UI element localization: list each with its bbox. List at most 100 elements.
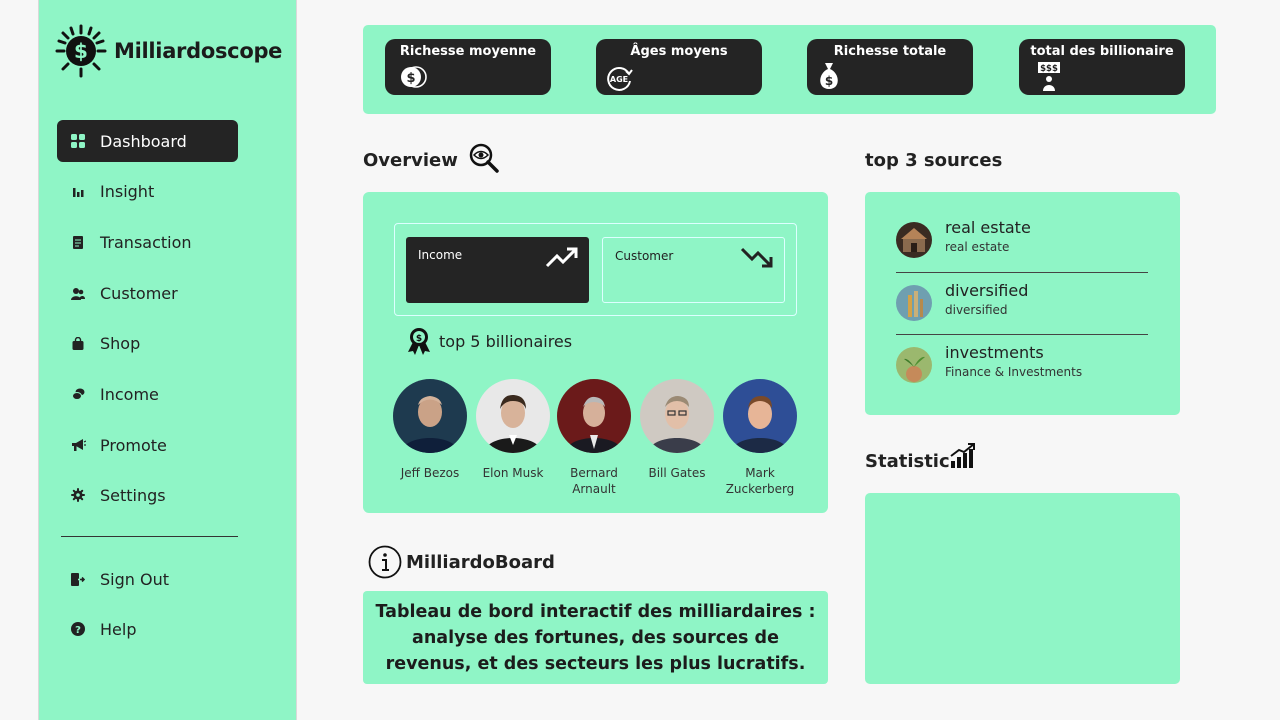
info-icon [368,545,402,579]
divider [896,334,1148,335]
source-title: diversified [945,281,1029,300]
sidebar-item-label: Dashboard [100,131,187,151]
list-item[interactable]: diversified diversified [896,277,1148,331]
description-text: Tableau de bord interactif des milliarda… [375,601,816,674]
svg-text:$: $ [825,74,833,88]
stat-card-average-wealth[interactable]: Richesse moyenne $ [385,39,551,95]
sidebar-item-transaction[interactable]: Transaction [57,221,238,263]
income-label: Income [418,248,463,262]
sidebar-item-label: Insight [100,181,155,201]
help-icon: ? [70,621,86,637]
statistic-panel [865,493,1180,684]
customer-label: Customer [615,249,674,263]
users-icon [70,285,86,301]
gear-icon [70,487,86,503]
coin-stack-icon: $ [401,66,427,88]
sidebar-item-label: Settings [100,485,166,505]
sidebar-item-label: Transaction [100,232,192,252]
income-card[interactable]: Income [406,237,589,303]
svg-text:?: ? [75,625,81,636]
sidebar-item-sign-out[interactable]: Sign Out [57,558,238,600]
billionaire-icon: $$$ [1038,62,1060,91]
sources-title: top 3 sources [865,150,1003,171]
sidebar-item-shop[interactable]: Shop [57,322,238,364]
source-subtitle: Finance & Investments [945,365,1083,379]
svg-text:$$$: $$$ [1040,64,1058,74]
stat-title: Richesse moyenne [399,44,537,59]
sidebar-item-customer[interactable]: Customer [57,272,238,314]
overview-title: Overview [363,150,458,171]
investments-avatar [896,347,932,383]
person-card[interactable]: Mark Zuckerberg [715,379,805,497]
coins-icon [70,386,86,402]
customer-card[interactable]: Customer [602,237,785,303]
person-card[interactable]: Elon Musk [468,379,558,481]
person-name: Mark Zuckerberg [725,466,795,496]
stat-card-total-billionaires[interactable]: total des billionaire $$$ [1019,39,1185,95]
person-name: Elon Musk [482,466,544,480]
source-title: investments [945,343,1044,362]
svg-text:AGE: AGE [610,75,628,84]
overview-panel: Income Customer $ top 5 billionaires Jef… [363,192,828,513]
sidebar: $ Milliardoscope Dashboard Insight Trans… [38,0,297,720]
sidebar-item-income[interactable]: Income [57,373,238,415]
statistic-title: Statistic [865,451,950,472]
source-subtitle: diversified [945,303,1008,317]
stat-title: total des billionaire [1030,44,1174,59]
info-title: MilliardoBoard [406,551,555,573]
sidebar-item-settings[interactable]: Settings [57,474,238,516]
brand[interactable]: $ Milliardoscope [55,24,282,78]
stat-card-average-age[interactable]: Âges moyens AGE [596,39,762,95]
sidebar-item-label: Help [100,619,137,639]
sidebar-item-help[interactable]: ? Help [57,608,238,650]
sidebar-item-label: Sign Out [100,569,169,589]
sidebar-item-label: Shop [100,333,141,353]
money-bag-icon: $ [820,63,838,89]
avatar [723,379,797,453]
bar-chart-icon [70,183,86,199]
brand-name: Milliardoscope [114,39,283,63]
dollar-sun-icon: $ [55,24,107,78]
svg-text:$: $ [74,39,88,63]
income-customer-box: Income Customer [394,223,797,316]
top5-title: top 5 billionaires [439,331,573,351]
avatar [476,379,550,453]
person-card[interactable]: Bill Gates [632,379,722,481]
megaphone-icon [70,437,86,453]
real-estate-avatar [896,222,932,258]
sidebar-item-promote[interactable]: Promote [57,424,238,466]
source-subtitle: real estate [945,240,1010,254]
info-header: MilliardoBoard [368,545,555,579]
person-name: Bill Gates [648,466,706,480]
shopping-bag-icon [70,335,86,351]
divider [896,272,1148,273]
avatar [393,379,467,453]
stat-title: Richesse totale [833,44,947,59]
sidebar-item-dashboard[interactable]: Dashboard [57,120,238,162]
description-box: Tableau de bord interactif des milliarda… [363,591,828,684]
svg-text:$: $ [416,334,422,344]
sidebar-item-label: Customer [100,283,178,303]
trending-down-icon [740,247,773,268]
search-eye-icon[interactable] [468,142,500,174]
grid-icon [70,133,86,149]
list-item[interactable]: real estate real estate [896,214,1148,268]
sources-panel: real estate real estate diversified dive… [865,192,1180,415]
award-ribbon-icon: $ [408,328,430,355]
person-card[interactable]: Bernard Arnault [549,379,639,497]
receipt-icon [70,234,86,250]
sidebar-item-insight[interactable]: Insight [57,170,238,212]
stat-card-total-wealth[interactable]: Richesse totale $ [807,39,973,95]
sidebar-item-label: Promote [100,435,167,455]
trending-up-icon [545,247,578,268]
avatar [640,379,714,453]
person-card[interactable]: Jeff Bezos [385,379,475,481]
diversified-avatar [896,285,932,321]
person-name: Jeff Bezos [400,466,460,480]
stats-bar: Richesse moyenne $ Âges moyens AGE Riche… [363,25,1216,114]
stat-title: Âges moyens [630,44,728,59]
list-item[interactable]: investments Finance & Investments [896,339,1148,393]
age-icon: AGE [607,67,633,91]
growth-chart-icon [950,443,975,468]
person-name: Bernard Arnault [570,466,618,496]
